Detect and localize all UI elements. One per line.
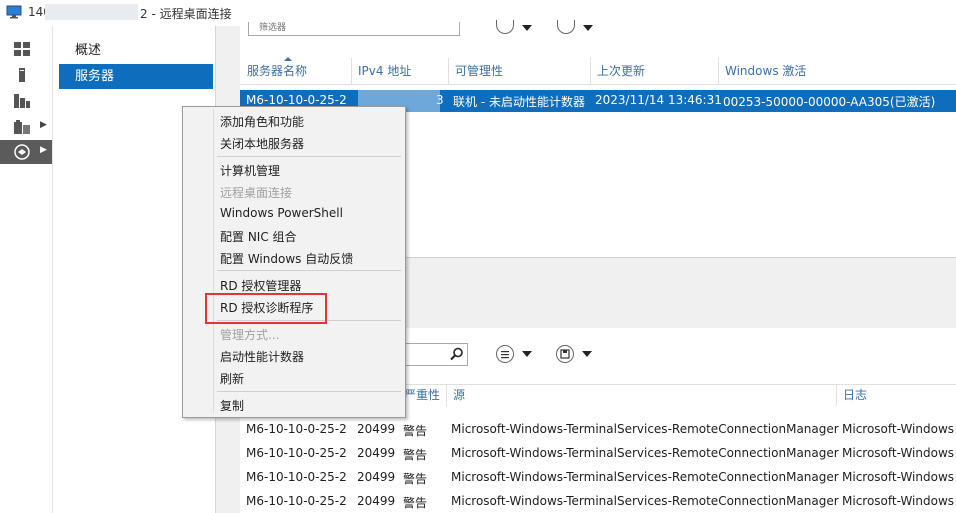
col-windows-activation[interactable]: Windows 激活	[718, 58, 932, 84]
menu-separator	[217, 270, 401, 271]
cell-server: M6-10-10-0-25-2	[246, 446, 347, 460]
chevron-down-icon[interactable]	[583, 25, 593, 31]
menu-item-copy[interactable]: 复制	[220, 397, 244, 414]
chevron-down-icon[interactable]	[582, 351, 592, 357]
cell-id: 20499	[357, 470, 396, 484]
cell-id: 20499	[357, 494, 396, 508]
chevron-right-icon: ▶	[40, 120, 47, 130]
menu-item-rd-licensing-manager[interactable]: RD 授权管理器	[220, 277, 301, 294]
menu-item-remote-desktop: 远程桌面连接	[220, 186, 293, 200]
search-icon[interactable]	[450, 347, 464, 361]
col-ipv4[interactable]: IPv4 地址	[351, 58, 448, 84]
cell-server: M6-10-10-0-25-2	[246, 422, 347, 436]
cell-manageability: 联机 - 未启动性能计数器	[453, 95, 585, 109]
file-storage-icon	[14, 120, 30, 134]
menu-item-start-perf-counters[interactable]: 启动性能计数器	[220, 348, 304, 365]
col-server-name[interactable]: 服务器名称	[241, 58, 351, 84]
col-source[interactable]: 源	[446, 384, 836, 406]
col-log[interactable]: 日志	[836, 384, 956, 406]
cell-log: Microsoft-Windows	[842, 470, 955, 484]
cell-ipv4: 3	[436, 93, 444, 107]
cell-severity: 警告	[403, 496, 428, 510]
list-view-icon[interactable]	[496, 345, 514, 363]
local-server-icon	[19, 68, 25, 82]
cell-server: M6-10-10-0-25-2	[246, 470, 347, 484]
window-title-suffix: 2 - 远程桌面连接	[140, 7, 232, 21]
rail-file-storage[interactable]: ▶	[0, 115, 52, 139]
cell-severity: 警告	[403, 472, 428, 486]
title-bar: 140 2 - 远程桌面连接	[0, 0, 956, 26]
cell-server: M6-10-10-0-25-2	[246, 494, 347, 508]
menu-gutter	[213, 109, 214, 413]
menu-separator	[217, 391, 401, 392]
cell-log: Microsoft-Windows	[842, 422, 955, 436]
cell-log: Microsoft-Windows	[842, 446, 955, 460]
cell-source: Microsoft-Windows-TerminalServices-Remot…	[451, 470, 839, 484]
server-filter-input[interactable]: 筛选器	[248, 22, 460, 36]
nav-item-overview[interactable]: 概述	[59, 38, 213, 63]
menu-item-manage-as: 管理方式...	[220, 328, 280, 342]
menu-item-powershell[interactable]: Windows PowerShell	[220, 206, 343, 220]
cell-source: Microsoft-Windows-TerminalServices-Remot…	[451, 446, 839, 460]
context-menu: 添加角色和功能 关闭本地服务器 计算机管理 远程桌面连接 Windows Pow…	[182, 106, 406, 418]
col-manageability[interactable]: 可管理性	[448, 58, 590, 84]
menu-item-add-roles[interactable]: 添加角色和功能	[220, 113, 304, 130]
header-divider	[240, 84, 956, 85]
cell-source: Microsoft-Windows-TerminalServices-Remot…	[451, 494, 839, 508]
menu-item-auto-feedback[interactable]: 配置 Windows 自动反馈	[220, 250, 353, 267]
cell-severity: 警告	[403, 424, 428, 438]
menu-item-refresh[interactable]: 刷新	[220, 370, 244, 387]
menu-item-computer-management[interactable]: 计算机管理	[220, 162, 280, 179]
cell-activation: 00253-50000-00000-AA305(已激活)	[723, 95, 936, 109]
rail-local-server[interactable]	[0, 63, 52, 87]
sort-up-icon	[284, 57, 292, 61]
highlight-box	[205, 293, 327, 324]
rail-all-servers[interactable]	[0, 89, 52, 113]
cell-severity: 警告	[403, 448, 428, 462]
dashboard-icon	[14, 42, 30, 56]
cell-id: 20499	[357, 422, 396, 436]
rail-dashboard[interactable]	[0, 37, 52, 61]
remote-desktop-icon	[6, 5, 22, 19]
menu-item-shutdown-local[interactable]: 关闭本地服务器	[220, 135, 304, 152]
col-last-update[interactable]: 上次更新	[590, 58, 718, 84]
cell-last-update: 2023/11/14 13:46:31	[595, 93, 722, 107]
redacted-host	[45, 4, 138, 20]
cell-source: Microsoft-Windows-TerminalServices-Remot…	[451, 422, 839, 436]
rail-remote-desktop-services[interactable]: ▶	[0, 140, 52, 164]
chevron-right-icon: ▶	[40, 145, 47, 155]
all-servers-icon	[14, 94, 30, 108]
menu-separator	[217, 156, 401, 157]
filter-placeholder: 筛选器	[259, 23, 287, 33]
chevron-down-icon[interactable]	[522, 25, 532, 31]
cell-log: Microsoft-Windows	[842, 494, 955, 508]
left-rail: ▶ ▶	[0, 26, 53, 513]
event-filter-input[interactable]	[400, 343, 468, 366]
menu-item-nic-teaming[interactable]: 配置 NIC 组合	[220, 228, 297, 245]
cell-id: 20499	[357, 446, 396, 460]
cell-server-name: M6-10-10-0-25-2	[246, 93, 347, 107]
save-icon[interactable]	[556, 345, 574, 363]
nav-item-servers[interactable]: 服务器	[59, 64, 213, 89]
remote-desktop-services-icon	[14, 144, 30, 160]
chevron-down-icon[interactable]	[522, 351, 532, 357]
